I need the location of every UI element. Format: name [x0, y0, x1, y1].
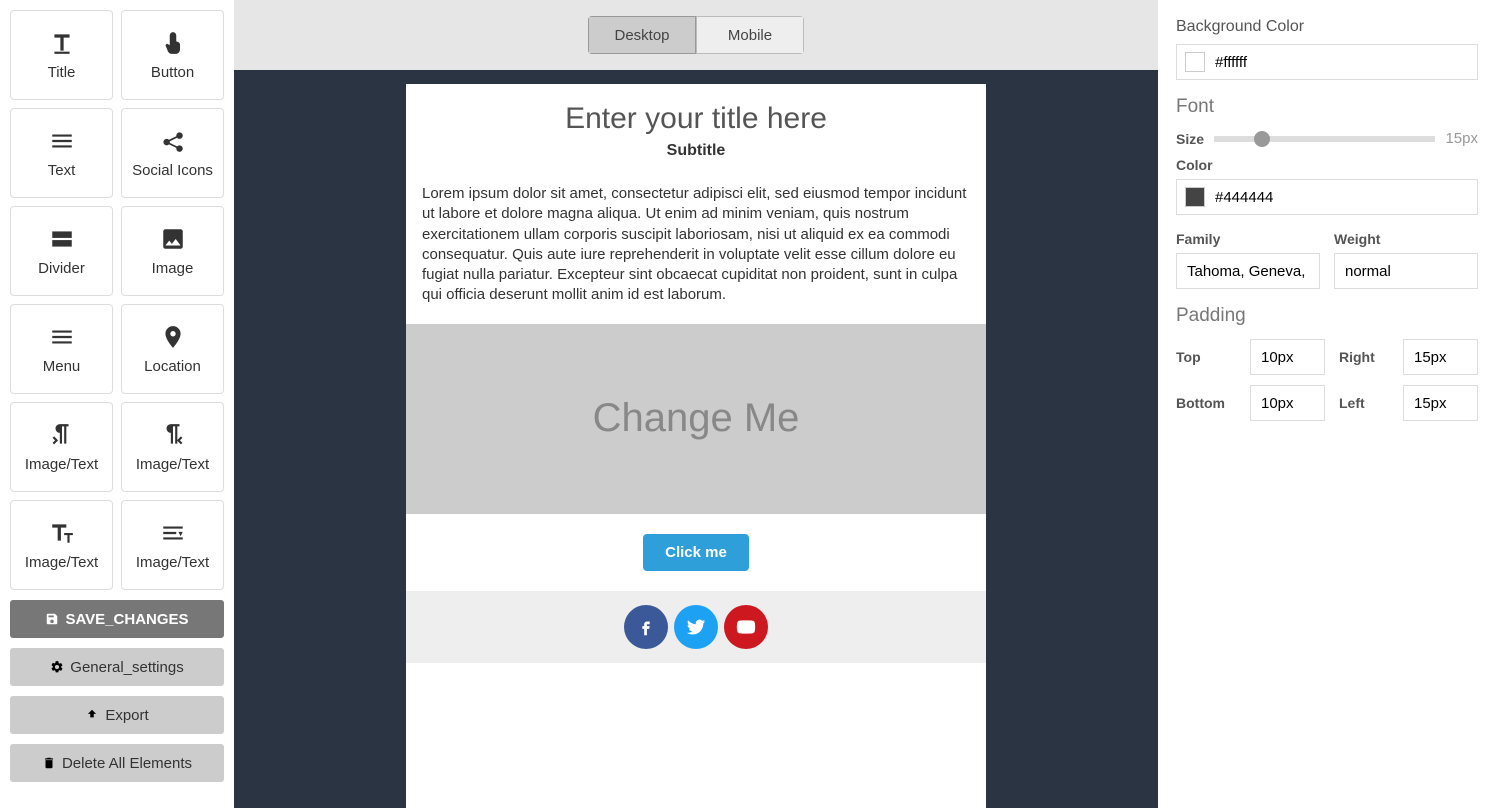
- font-color-field[interactable]: [1176, 179, 1478, 215]
- button-icon: [160, 30, 186, 56]
- export-icon: [85, 708, 99, 722]
- block-text[interactable]: Text: [10, 108, 113, 198]
- trash-icon: [42, 756, 56, 770]
- font-size-value: 15px: [1445, 130, 1478, 147]
- block-divider-label: Divider: [38, 260, 85, 277]
- title-icon: [49, 30, 75, 56]
- email-social-row: [406, 591, 986, 663]
- blocks-grid: Title Button Text Social Icons Divider Image M…: [10, 10, 224, 590]
- email-cta-button[interactable]: Click me: [643, 534, 749, 571]
- block-title[interactable]: Title: [10, 10, 113, 100]
- block-title-label: Title: [48, 64, 76, 81]
- export-label: Export: [105, 707, 148, 724]
- email-canvas[interactable]: Enter your title here Subtitle Lorem ips…: [406, 84, 986, 808]
- export-button[interactable]: Export: [10, 696, 224, 734]
- imgtext-t-icon: [49, 520, 75, 546]
- text-icon: [49, 128, 75, 154]
- save-label: SAVE_CHANGES: [65, 611, 188, 628]
- tab-mobile[interactable]: Mobile: [696, 16, 804, 54]
- padding-heading: Padding: [1176, 305, 1478, 327]
- pad-bottom-label: Bottom: [1176, 395, 1236, 411]
- pad-top-input[interactable]: [1250, 339, 1325, 375]
- bg-color-label: Background Color: [1176, 18, 1478, 36]
- pad-left-label: Left: [1339, 395, 1389, 411]
- pad-bottom-input[interactable]: [1250, 385, 1325, 421]
- twitter-icon[interactable]: [674, 605, 718, 649]
- font-weight-label: Weight: [1334, 231, 1478, 247]
- font-color-input[interactable]: [1215, 189, 1469, 206]
- general-settings-button[interactable]: General_settings: [10, 648, 224, 686]
- preview-panel: Desktop Mobile Enter your title here Sub…: [234, 0, 1158, 808]
- divider-icon: [49, 226, 75, 252]
- font-size-label: Size: [1176, 131, 1204, 147]
- facebook-icon[interactable]: [624, 605, 668, 649]
- general-settings-label: General_settings: [70, 659, 183, 676]
- font-size-slider[interactable]: [1214, 136, 1435, 142]
- font-family-label: Family: [1176, 231, 1320, 247]
- font-size-slider-thumb[interactable]: [1254, 131, 1270, 147]
- block-imgtext-wrap-label: Image/Text: [136, 554, 209, 571]
- email-image-placeholder[interactable]: Change Me: [406, 324, 986, 514]
- block-imgtext-t-label: Image/Text: [25, 554, 98, 571]
- pad-right-input[interactable]: [1403, 339, 1478, 375]
- block-button-label: Button: [151, 64, 194, 81]
- image-icon: [160, 226, 186, 252]
- block-imgtext-r[interactable]: Image/Text: [121, 402, 224, 492]
- imgtext-wrap-icon: [160, 520, 186, 546]
- email-button-row: Click me: [406, 514, 986, 591]
- font-color-swatch[interactable]: [1185, 187, 1205, 207]
- font-family-select[interactable]: [1176, 253, 1320, 289]
- bg-color-swatch[interactable]: [1185, 52, 1205, 72]
- bg-color-input[interactable]: [1215, 54, 1469, 71]
- email-title[interactable]: Enter your title here: [406, 84, 986, 142]
- email-subtitle[interactable]: Subtitle: [406, 142, 986, 174]
- block-divider[interactable]: Divider: [10, 206, 113, 296]
- elements-sidebar: Title Button Text Social Icons Divider Image M…: [0, 0, 234, 808]
- view-tabs: Desktop Mobile: [234, 0, 1158, 70]
- block-social[interactable]: Social Icons: [121, 108, 224, 198]
- delete-all-button[interactable]: Delete All Elements: [10, 744, 224, 782]
- block-image-label: Image: [152, 260, 194, 277]
- bg-color-field[interactable]: [1176, 44, 1478, 80]
- tab-desktop[interactable]: Desktop: [588, 16, 696, 54]
- properties-panel: Background Color Font Size 15px Color Fa…: [1158, 0, 1496, 808]
- youtube-icon[interactable]: [724, 605, 768, 649]
- block-imgtext-r-label: Image/Text: [136, 456, 209, 473]
- menu-icon: [49, 324, 75, 350]
- pad-top-label: Top: [1176, 349, 1236, 365]
- block-menu[interactable]: Menu: [10, 304, 113, 394]
- imgtext-l-icon: [49, 422, 75, 448]
- pad-left-input[interactable]: [1403, 385, 1478, 421]
- block-imgtext-wrap[interactable]: Image/Text: [121, 500, 224, 590]
- block-image[interactable]: Image: [121, 206, 224, 296]
- block-social-label: Social Icons: [132, 162, 213, 179]
- location-icon: [160, 324, 186, 350]
- save-changes-button[interactable]: SAVE_CHANGES: [10, 600, 224, 638]
- block-imgtext-l[interactable]: Image/Text: [10, 402, 113, 492]
- block-text-label: Text: [48, 162, 76, 179]
- block-imgtext-t[interactable]: Image/Text: [10, 500, 113, 590]
- email-body-text[interactable]: Lorem ipsum dolor sit amet, consectetur …: [406, 174, 986, 324]
- font-heading: Font: [1176, 96, 1478, 118]
- block-button[interactable]: Button: [121, 10, 224, 100]
- block-imgtext-l-label: Image/Text: [25, 456, 98, 473]
- save-icon: [45, 612, 59, 626]
- imgtext-r-icon: [160, 422, 186, 448]
- sidebar-actions: SAVE_CHANGES General_settings Export Del…: [10, 600, 224, 782]
- preview-area: Enter your title here Subtitle Lorem ips…: [234, 70, 1158, 808]
- block-location-label: Location: [144, 358, 201, 375]
- block-menu-label: Menu: [43, 358, 81, 375]
- delete-all-label: Delete All Elements: [62, 755, 192, 772]
- font-weight-select[interactable]: [1334, 253, 1478, 289]
- social-icon: [160, 128, 186, 154]
- font-color-label: Color: [1176, 157, 1478, 173]
- gear-icon: [50, 660, 64, 674]
- block-location[interactable]: Location: [121, 304, 224, 394]
- pad-right-label: Right: [1339, 349, 1389, 365]
